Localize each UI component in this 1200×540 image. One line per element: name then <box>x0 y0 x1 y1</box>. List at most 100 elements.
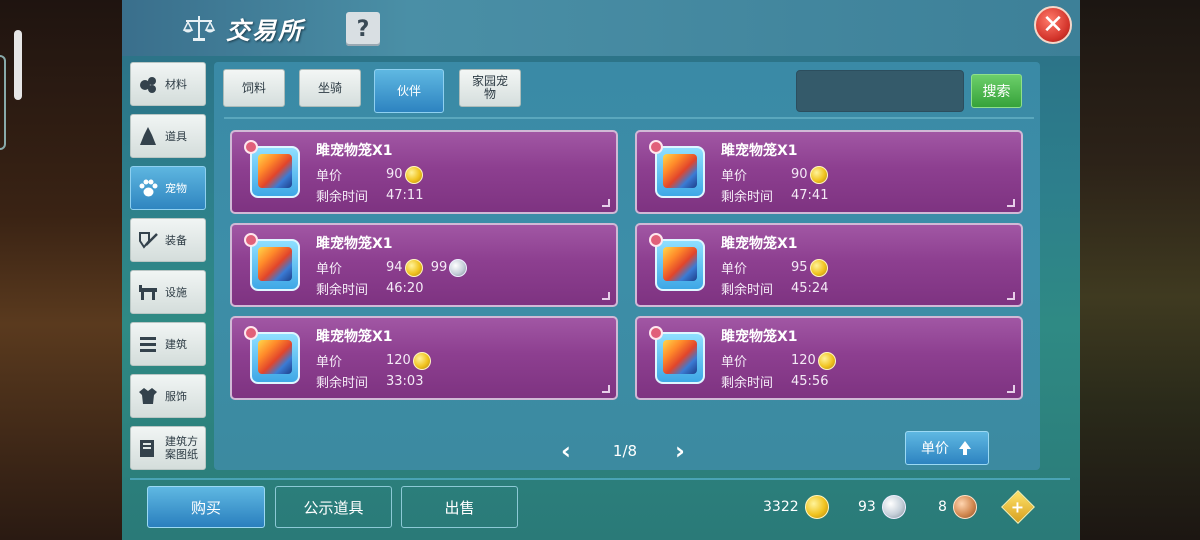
category-facilities[interactable]: 设施 <box>130 270 206 314</box>
time-remaining: 47:11 <box>386 188 424 203</box>
time-label: 剩余时间 <box>721 190 774 205</box>
scroll-handle[interactable] <box>14 30 22 100</box>
sell-button[interactable]: 出售 <box>401 486 518 528</box>
listing-card[interactable]: 雎宠物笼X1 单价 95 剩余时间 45:24 <box>635 223 1023 307</box>
buy-button[interactable]: 购买 <box>147 486 265 528</box>
category-buildings[interactable]: 建筑 <box>130 322 206 366</box>
time-remaining: 46:20 <box>386 281 424 296</box>
listing-name: 雎宠物笼X1 <box>721 236 798 252</box>
sort-label: 单价 <box>921 441 949 457</box>
plus-icon: + <box>1011 497 1025 517</box>
tab-mounts[interactable]: 坐骑 <box>299 69 361 107</box>
time-label: 剩余时间 <box>316 190 369 205</box>
category-blueprints[interactable]: 建筑方案图纸 <box>130 426 206 470</box>
category-equipment[interactable]: 装备 <box>130 218 206 262</box>
next-page-button[interactable]: › <box>670 437 690 465</box>
facility-icon <box>139 285 157 300</box>
price-row: 单价 120 <box>316 351 431 370</box>
window-title: 交易所 <box>182 10 304 46</box>
bottom-divider <box>130 478 1070 480</box>
prev-page-button[interactable]: ‹ <box>556 437 576 465</box>
price-label: 单价 <box>316 355 343 370</box>
time-row: 剩余时间 45:56 <box>721 372 828 391</box>
category-pets[interactable]: 宠物 <box>130 166 206 210</box>
corner-mark <box>602 292 610 300</box>
price-row: 单价 94 99 <box>316 258 468 277</box>
category-materials[interactable]: 材料 <box>130 62 206 106</box>
pet-cage-icon <box>244 233 302 295</box>
sort-arrow-icon <box>959 441 971 455</box>
pet-cage-icon <box>244 326 302 388</box>
corner-mark <box>1007 292 1015 300</box>
scale-icon <box>182 16 216 41</box>
price-row: 单价 120 <box>721 351 836 370</box>
item-icon <box>140 127 156 145</box>
price-label: 单价 <box>316 262 343 277</box>
category-items[interactable]: 道具 <box>130 114 206 158</box>
help-button[interactable]: ? <box>346 12 380 46</box>
blueprint-icon <box>140 440 154 457</box>
listing-name: 雎宠物笼X1 <box>316 143 393 159</box>
gold-price: 90 <box>386 167 403 182</box>
close-button[interactable]: ✕ <box>1034 6 1072 44</box>
time-label: 剩余时间 <box>316 376 369 391</box>
silver-coin-icon <box>449 258 468 277</box>
category-clothing[interactable]: 服饰 <box>130 374 206 418</box>
listing-card[interactable]: 雎宠物笼X1 单价 90 剩余时间 47:11 <box>230 130 618 214</box>
gold-coin-icon <box>412 351 431 370</box>
gold-coin-icon <box>804 495 829 519</box>
listing-name: 雎宠物笼X1 <box>316 329 393 345</box>
search-button[interactable]: 搜索 <box>971 74 1022 108</box>
time-row: 剩余时间 47:41 <box>721 186 828 205</box>
tab-feed[interactable]: 饲料 <box>223 69 285 107</box>
time-remaining: 45:56 <box>791 374 829 389</box>
page-indicator: 1/8 <box>612 442 638 460</box>
listing-card[interactable]: 雎宠物笼X1 单价 120 剩余时间 45:56 <box>635 316 1023 400</box>
gold-coin-icon <box>809 258 828 277</box>
gold-coin-icon <box>817 351 836 370</box>
listing-card[interactable]: 雎宠物笼X1 单价 120 剩余时间 33:03 <box>230 316 618 400</box>
price-label: 单价 <box>721 355 748 370</box>
time-row: 剩余时间 46:20 <box>316 279 423 298</box>
listing-card[interactable]: 雎宠物笼X1 单价 90 剩余时间 47:41 <box>635 130 1023 214</box>
gold-amount: 3322 <box>763 499 799 515</box>
price-row: 单价 90 <box>721 165 828 184</box>
time-row: 剩余时间 45:24 <box>721 279 828 298</box>
pet-cage-icon <box>649 233 707 295</box>
price-label: 单价 <box>721 169 748 184</box>
category-label: 建筑方案图纸 <box>165 435 198 461</box>
gold-price: 120 <box>386 353 411 368</box>
category-label: 材料 <box>165 77 187 91</box>
public-items-button[interactable]: 公示道具 <box>275 486 392 528</box>
time-row: 剩余时间 33:03 <box>316 372 423 391</box>
listing-card[interactable]: 雎宠物笼X1 单价 94 99 剩余时间 46:20 <box>230 223 618 307</box>
materials-icon <box>140 77 156 93</box>
tab-home-pets[interactable]: 家园宠物 <box>459 69 521 107</box>
title-text: 交易所 <box>226 15 304 45</box>
equipment-icon <box>139 232 158 249</box>
price-row: 单价 90 <box>316 165 423 184</box>
time-remaining: 47:41 <box>791 188 829 203</box>
category-label: 宠物 <box>165 181 187 195</box>
tab-divider <box>224 117 1034 119</box>
corner-mark <box>602 199 610 207</box>
sort-by-price-button[interactable]: 单价 <box>905 431 989 465</box>
copper-balance: 8 <box>938 494 977 520</box>
listing-name: 雎宠物笼X1 <box>721 329 798 345</box>
gold-coin-icon <box>404 258 423 277</box>
time-label: 剩余时间 <box>316 283 369 298</box>
search-input[interactable] <box>796 70 964 112</box>
gold-balance: 3322 <box>763 494 829 520</box>
silver-coin-icon <box>881 495 906 519</box>
gold-price: 120 <box>791 353 816 368</box>
tab-partners[interactable]: 伙伴 <box>374 69 444 113</box>
gold-coin-icon <box>809 165 828 184</box>
time-remaining: 33:03 <box>386 374 424 389</box>
paw-icon <box>139 179 158 197</box>
time-row: 剩余时间 47:11 <box>316 186 423 205</box>
gold-price: 94 <box>386 260 403 275</box>
silver-balance: 93 <box>858 494 906 520</box>
category-label: 建筑 <box>165 337 187 351</box>
category-label: 设施 <box>165 285 187 299</box>
time-label: 剩余时间 <box>721 376 774 391</box>
